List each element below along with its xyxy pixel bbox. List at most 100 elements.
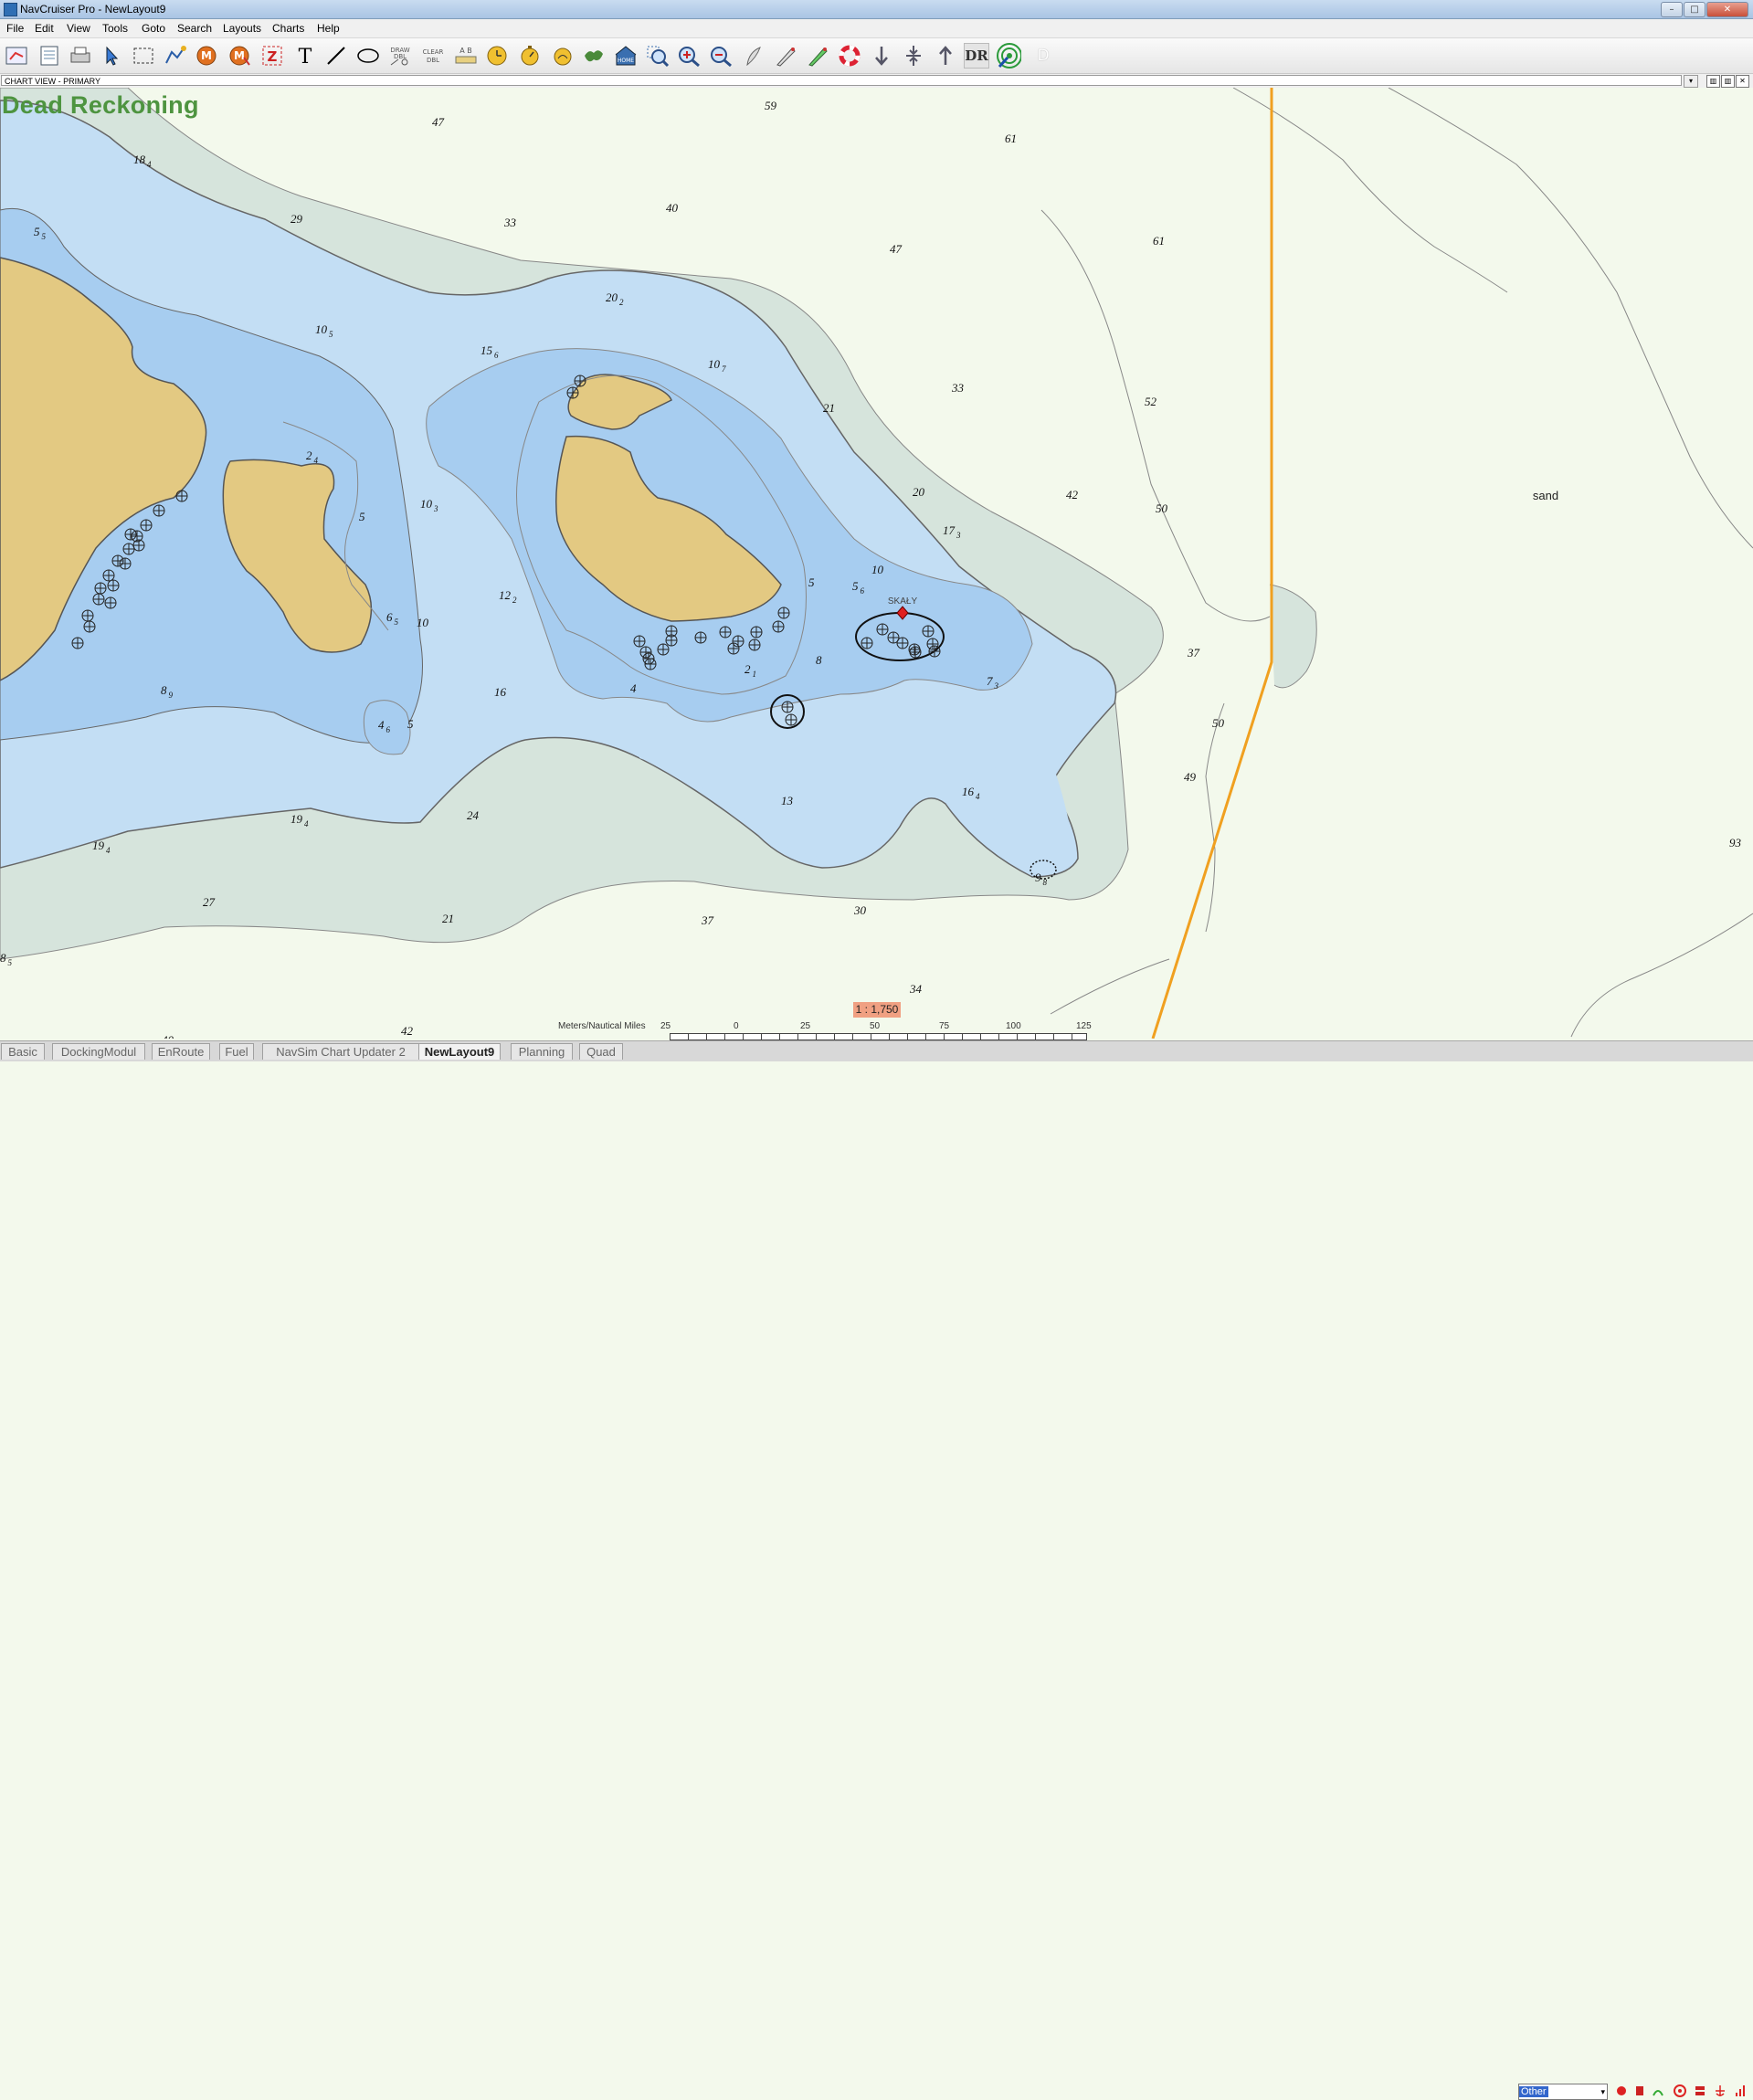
clock-icon[interactable] [484,43,510,69]
tab-planning[interactable]: Planning [511,1043,573,1060]
flag-icon[interactable] [1694,2084,1706,2097]
depth-sounding: 33 [951,381,965,395]
menu-goto[interactable]: Goto [142,22,165,35]
menu-layouts[interactable]: Layouts [223,22,261,35]
depth-sounding: 21 [823,401,835,415]
chart-view-bar: CHART VIEW - PRIMARY ▾ ▥ ▥ ✕ [0,74,1753,88]
target-icon[interactable] [1674,2084,1686,2097]
select-rect-icon[interactable] [131,43,156,69]
scale-tick: 75 [939,1021,950,1031]
home-icon[interactable]: HOME [613,43,639,69]
tide-icon[interactable] [550,43,576,69]
d-icon[interactable]: D [1030,43,1056,69]
chart-view-field[interactable]: CHART VIEW - PRIMARY [1,75,1682,86]
seabed-label: sand [1533,489,1558,502]
tab-fuel[interactable]: Fuel [219,1043,254,1060]
measure-icon[interactable]: A B [453,43,479,69]
dr-icon[interactable]: DR [964,43,989,69]
tab-newlayout9[interactable]: NewLayout9 [418,1043,501,1060]
depth-sounding: 47 [890,242,903,256]
mark-m2-icon[interactable]: M [227,43,252,69]
menu-view[interactable]: View [67,22,90,35]
close-view-icon[interactable]: ✕ [1736,75,1749,88]
route-icon[interactable] [4,43,29,69]
signal-icon[interactable] [1734,2084,1747,2097]
ellipse-tool-icon[interactable] [355,43,381,69]
tab-basic[interactable]: Basic [1,1043,45,1060]
draw-dbl-icon[interactable]: DRAW DBL [387,43,413,69]
tab-enroute[interactable]: EnRoute [152,1043,210,1060]
rock-icon [111,554,124,567]
scale-tick: 50 [870,1021,881,1031]
depth-sounding: 5 [407,717,414,731]
anchor-icon[interactable] [1714,2084,1727,2097]
zoom-out-icon[interactable] [708,43,734,69]
split-view-icon[interactable]: ▥ [1706,75,1720,88]
nautical-chart[interactable]: SKAŁY sand 59476118 45 529 3340476120 210 515… [0,88,1753,1039]
text-tool-icon[interactable]: T [292,43,318,69]
rock-icon [104,596,117,609]
rock-icon [694,631,707,644]
chart-canvas[interactable]: SKAŁY sand 59 47 61 18 4 5 5 29 33 40 47 61 20 2 10 5 15… [0,88,1753,1039]
menu-edit[interactable]: Edit [35,22,54,35]
report-icon[interactable] [37,43,62,69]
scale-tick: 100 [1006,1021,1021,1031]
status-select[interactable]: Other ▾ [1518,2084,1608,2100]
world-icon[interactable] [581,43,607,69]
zoom-region-icon[interactable] [645,43,671,69]
line-tool-icon[interactable] [323,43,349,69]
menu-help[interactable]: Help [317,22,340,35]
lifebuoy-icon[interactable] [837,43,862,69]
maximize-button[interactable]: □ [1684,2,1705,17]
zoom-in-icon[interactable] [676,43,702,69]
minimize-button[interactable]: – [1661,2,1683,17]
arrow-up-icon[interactable] [933,43,958,69]
depth-sounding: 50 [1156,501,1168,515]
rock-icon [665,634,678,647]
rock-icon [119,557,132,570]
rock-icon [785,713,797,726]
arrow-down-icon[interactable] [869,43,894,69]
rock-icon [107,579,120,592]
tab-navsim[interactable]: NavSim Chart Updater 2 [262,1043,419,1060]
mark-m-icon[interactable]: M [194,43,219,69]
gps-icon[interactable] [1652,2084,1664,2097]
zoom-z-icon[interactable]: Z [259,43,285,69]
print-icon[interactable] [68,43,93,69]
depth-sounding: 50 [1212,716,1225,730]
pen-icon[interactable] [773,43,798,69]
rock-icon [566,386,579,399]
depth-sounding: 61 [1153,234,1165,248]
tab-dockingmodul[interactable]: DockingModul [52,1043,145,1060]
pointer-icon[interactable] [99,43,124,69]
timer-icon[interactable] [517,43,543,69]
scale-tick: 0 [734,1021,739,1031]
menu-tools[interactable]: Tools [102,22,128,35]
scale-tick: 25 [660,1021,671,1031]
route-line-icon[interactable] [163,43,188,69]
radar-icon[interactable] [996,43,1021,69]
menu-file[interactable]: File [6,22,24,35]
chevron-down-icon[interactable]: ▾ [1684,75,1698,88]
pen-green-icon[interactable] [805,43,830,69]
menu-search[interactable]: Search [177,22,212,35]
record-icon[interactable] [1615,2084,1628,2097]
clear-dbl-icon[interactable]: CLEAR DBL [420,43,446,69]
tab-quad[interactable]: Quad [579,1043,623,1060]
layout-tabs: Basic DockingModul EnRoute Fuel NavSim C… [0,1040,1753,2100]
rock-icon [657,643,670,656]
dead-reckoning-label: Dead Reckoning [2,91,199,119]
mic-icon[interactable] [1633,2084,1646,2097]
rock-icon [876,623,889,636]
rock-icon [772,620,785,633]
compress-icon[interactable] [901,43,926,69]
depth-sounding: 16 [494,685,507,699]
rock-icon [928,645,941,658]
close-button[interactable]: ✕ [1706,2,1748,17]
dual-view-icon[interactable]: ▥ [1721,75,1735,88]
depth-sounding: 37 [1187,646,1200,660]
depth-sounding: 52 [1145,395,1157,408]
feather-icon[interactable] [741,43,766,69]
depth-sounding: 5 [359,510,365,523]
menu-charts[interactable]: Charts [272,22,304,35]
